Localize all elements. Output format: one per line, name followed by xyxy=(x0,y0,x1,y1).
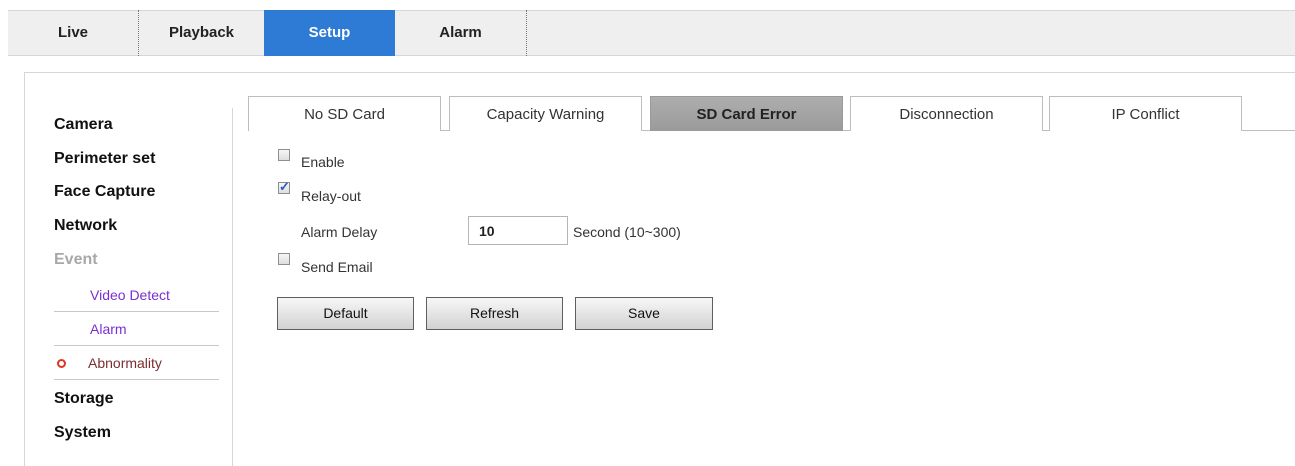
sidebar-subitem-video-detect[interactable]: Video Detect xyxy=(54,279,219,312)
relay-out-checkbox[interactable]: ✓ xyxy=(278,179,290,194)
top-nav-bar: Live Playback Setup Alarm xyxy=(8,10,1295,56)
send-email-checkbox[interactable] xyxy=(278,253,290,265)
tab-setup[interactable]: Setup xyxy=(264,10,395,56)
checkmark-icon: ✓ xyxy=(279,179,290,194)
subtab-ip-conflict[interactable]: IP Conflict xyxy=(1049,96,1242,131)
sidebar-item-storage[interactable]: Storage xyxy=(54,390,114,408)
subtab-capacity-warning[interactable]: Capacity Warning xyxy=(449,96,642,131)
alarm-delay-unit: Second (10~300) xyxy=(573,224,681,240)
subtab-sd-card-error[interactable]: SD Card Error xyxy=(650,96,843,131)
tab-playback[interactable]: Playback xyxy=(139,10,264,56)
send-email-label: Send Email xyxy=(301,259,373,275)
sidebar-item-face-capture[interactable]: Face Capture xyxy=(54,183,155,201)
alarm-delay-input[interactable] xyxy=(468,216,568,245)
default-button[interactable]: Default xyxy=(277,297,414,330)
sidebar-subitem-abnormality[interactable]: Abnormality xyxy=(54,347,219,380)
sidebar-item-system[interactable]: System xyxy=(54,424,111,442)
alarm-delay-label: Alarm Delay xyxy=(301,224,378,240)
enable-label: Enable xyxy=(301,154,345,170)
enable-checkbox[interactable] xyxy=(278,149,290,161)
refresh-button[interactable]: Refresh xyxy=(426,297,563,330)
tab-alarm[interactable]: Alarm xyxy=(395,10,527,56)
sidebar-item-perimeter-set[interactable]: Perimeter set xyxy=(54,150,155,168)
sidebar-divider xyxy=(232,108,233,466)
ring-icon xyxy=(57,359,66,368)
sidebar-subitem-label: Video Detect xyxy=(90,287,170,303)
sidebar-item-network[interactable]: Network xyxy=(54,217,117,235)
subtab-disconnection[interactable]: Disconnection xyxy=(850,96,1043,131)
relay-out-label: Relay-out xyxy=(301,188,361,204)
sidebar-item-event[interactable]: Event xyxy=(54,251,98,269)
sidebar-subitem-alarm[interactable]: Alarm xyxy=(54,313,219,346)
content-panel xyxy=(24,72,1295,466)
tab-live[interactable]: Live xyxy=(8,10,139,56)
sidebar-subitem-label: Abnormality xyxy=(88,355,162,371)
save-button[interactable]: Save xyxy=(575,297,713,330)
sidebar-subitem-label: Alarm xyxy=(90,321,127,337)
subtab-no-sd-card[interactable]: No SD Card xyxy=(248,96,441,131)
sidebar-item-camera[interactable]: Camera xyxy=(54,116,113,134)
